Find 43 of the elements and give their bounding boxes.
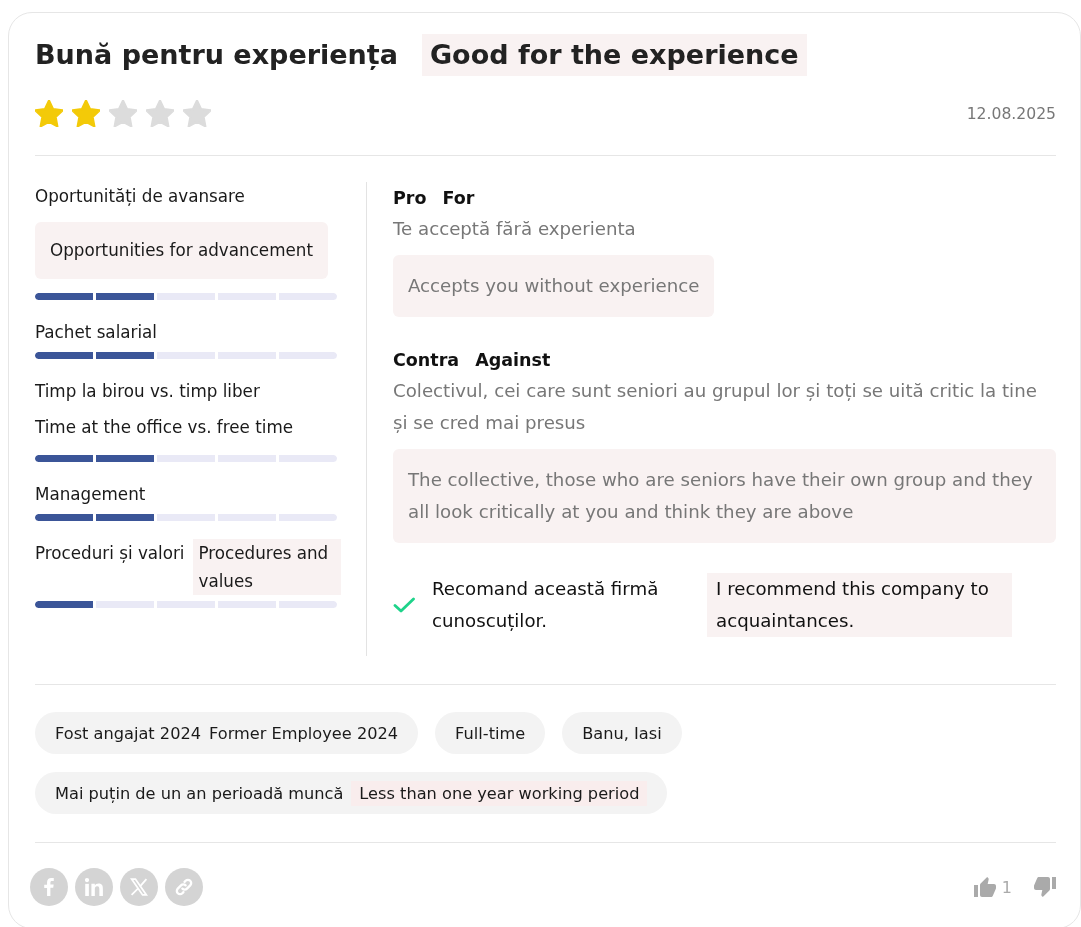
rating-translation: Time at the office vs. free time — [35, 416, 295, 439]
section-translation: The collective, those who are seniors have their own group and they all look critically at you and think they are above — [393, 449, 1056, 543]
rating-translation: Procedures and values — [192, 539, 341, 595]
tag-translation: Former Employee 2024 — [209, 723, 399, 743]
linkedin-icon — [85, 878, 103, 896]
rating-label: Oportunități de avansare — [35, 185, 245, 208]
section-translation: Accepts you without experience — [393, 255, 715, 317]
section-heading: Pro — [393, 187, 427, 210]
tag-label: Fost angajat 2024 — [55, 723, 202, 743]
rating-label: Management — [35, 483, 146, 506]
recommendation-text: Recomand această firmă cunoscuților. — [432, 577, 660, 633]
thumbs-up-icon — [973, 877, 996, 897]
rating-label: Timp la birou vs. timp liber — [35, 380, 260, 403]
star-icon — [72, 100, 100, 127]
star-icon — [35, 100, 63, 127]
section-text: Te acceptă fără experienta — [393, 217, 637, 241]
section-heading-translation: Against — [475, 349, 551, 372]
link-icon — [175, 878, 193, 896]
like-button[interactable]: 1 — [973, 877, 1012, 897]
linkedin-share-button[interactable] — [75, 868, 113, 906]
copy-link-button[interactable] — [165, 868, 203, 906]
review-title: Bună pentru experiența — [35, 38, 398, 72]
star-icon — [109, 100, 137, 127]
title-translation: Good for the experience — [421, 34, 807, 76]
tag-label: Mai puțin de un an perioadă muncă — [55, 783, 344, 803]
star-icon — [146, 100, 174, 127]
section-text: Colectivul, cei care sunt seniori au grupul lor și toți se uită critic la tine și se cred mai presus — [393, 379, 1038, 435]
section-heading-translation: For — [442, 187, 475, 210]
recommendation-translation: I recommend this company to acquaintances. — [707, 573, 1012, 637]
rating-translation: Opportunities for advancement — [35, 222, 328, 279]
section-heading: Contra — [393, 349, 460, 372]
rating-label: Pachet salarial — [35, 321, 157, 344]
facebook-share-button[interactable] — [30, 868, 68, 906]
review-date: 12.08.2025 — [966, 104, 1056, 123]
thumbs-down-icon — [1034, 877, 1056, 897]
x-share-button[interactable] — [120, 868, 158, 906]
tag-translation: Less than one year working period — [351, 780, 648, 806]
star-icon — [183, 100, 211, 127]
x-logo-icon — [130, 878, 148, 896]
tag-label: Full-time — [455, 723, 526, 743]
dislike-button[interactable] — [1034, 877, 1056, 897]
tag-label: Banu, Iasi — [582, 723, 662, 743]
rating-label: Proceduri și valori — [35, 542, 185, 565]
